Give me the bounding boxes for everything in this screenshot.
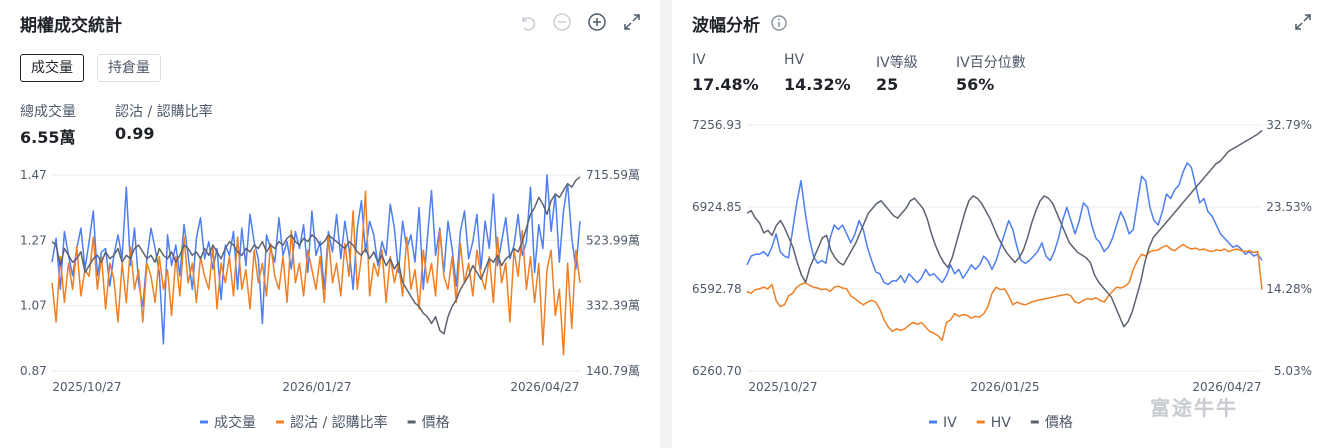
y-right-tick-label: 23.53%: [1266, 200, 1312, 214]
y-right-tick-label: 14.28%: [1266, 282, 1312, 296]
volatility-panel: 波幅分析 IV 17.48% HV 14.32% IV等級 25 IV百分位數 …: [672, 0, 1331, 448]
legend-label: 成交量: [214, 414, 256, 431]
y-right-tick-label: 523.99萬: [586, 233, 640, 247]
y-right-tick-label: 5.03%: [1274, 364, 1312, 378]
options-volume-panel: 期權成交統計 成交量 持倉量 總成交量 6.55萬 認沽 / 認購比率 0.99…: [0, 0, 660, 448]
y-left-tick-label: 0.87: [20, 364, 47, 378]
series-line: [746, 243, 1263, 342]
x-tick-label: 2026/01/25: [970, 380, 1039, 394]
y-left-tick-label: 6924.85: [692, 200, 742, 214]
series-line: [746, 129, 1263, 328]
y-left-tick-label: 1.07: [20, 299, 47, 313]
legend-label: 價格: [422, 414, 450, 431]
legend-label: 認沽 / 認購比率: [290, 414, 388, 431]
y-left-tick-label: 7256.93: [692, 118, 742, 132]
x-tick-label: 2025/10/27: [52, 380, 121, 394]
y-left-tick-label: 6260.70: [692, 364, 742, 378]
y-left-tick-label: 1.47: [20, 168, 47, 182]
legend-label: 價格: [1045, 414, 1073, 431]
x-tick-label: 2026/04/27: [510, 380, 579, 394]
volatility-chart[interactable]: 7256.93 32.79% 6924.85 23.53% 6592.78 14.28% 6…: [672, 0, 1331, 448]
series-line: [51, 190, 581, 356]
series-line: [746, 162, 1263, 286]
volume-chart[interactable]: 1.47 715.59萬 1.27 523.99萬 1.07 332.39萬 0.87 140…: [0, 0, 660, 448]
y-right-tick-label: 715.59萬: [586, 168, 640, 182]
x-tick-label: 2026/01/27: [282, 380, 351, 394]
y-right-tick-label: 332.39萬: [586, 299, 640, 313]
legend-label: HV: [991, 415, 1012, 431]
watermark-logo: 富途牛牛: [1150, 396, 1238, 420]
x-tick-label: 2025/10/27: [748, 380, 817, 394]
legend-label: IV: [943, 415, 957, 431]
y-right-tick-label: 32.79%: [1266, 118, 1312, 132]
y-left-tick-label: 6592.78: [692, 282, 742, 296]
y-right-tick-label: 140.79萬: [586, 364, 640, 378]
y-left-tick-label: 1.27: [20, 233, 47, 247]
